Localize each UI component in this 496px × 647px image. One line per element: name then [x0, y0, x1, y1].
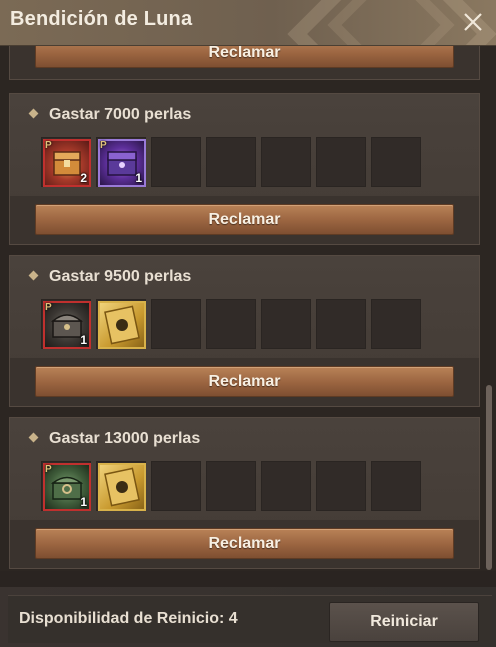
- reward-list[interactable]: Reclamar Gastar 7000 perlas P 2 P 1 Recl…: [0, 46, 496, 571]
- empty-slot: [151, 299, 201, 349]
- item-badge: P: [45, 464, 52, 475]
- window-title: Bendición de Luna: [10, 8, 193, 30]
- item-quantity: 2: [80, 171, 87, 185]
- reward-slots: P 2 P 1: [41, 137, 421, 187]
- close-icon[interactable]: [460, 9, 486, 35]
- item-quantity: 1: [135, 171, 142, 185]
- item-quantity: 1: [80, 333, 87, 347]
- reward-title: Gastar 7000 perlas: [28, 106, 191, 124]
- item-slot[interactable]: P 2: [41, 137, 91, 187]
- empty-slot: [371, 299, 421, 349]
- empty-slot: [206, 461, 256, 511]
- reset-button[interactable]: Reiniciar: [329, 602, 479, 642]
- claim-button[interactable]: Reclamar: [35, 204, 454, 235]
- empty-slot: [206, 299, 256, 349]
- footer-bar: Disponibilidad de Reinicio: 4 Reiniciar: [0, 587, 496, 647]
- diamond-bullet-icon: [28, 432, 39, 443]
- item-slot[interactable]: P 1: [41, 299, 91, 349]
- diamond-bullet-icon: [28, 108, 39, 119]
- reward-slots: P 1: [41, 299, 421, 349]
- scrollbar[interactable]: [486, 385, 492, 570]
- reward-slots: P 1: [41, 461, 421, 511]
- diamond-bullet-icon: [28, 270, 39, 281]
- reward-title: Gastar 9500 perlas: [28, 268, 191, 286]
- empty-slot: [261, 137, 311, 187]
- reset-availability-label: Disponibilidad de Reinicio: 4: [19, 610, 238, 627]
- reward-card: Gastar 13000 perlas P 1 Reclamar: [9, 417, 480, 569]
- empty-slot: [206, 137, 256, 187]
- item-badge: P: [45, 302, 52, 313]
- empty-slot: [261, 461, 311, 511]
- empty-slot: [316, 461, 366, 511]
- reward-card: Gastar 9500 perlas P 1 Reclamar: [9, 255, 480, 407]
- reward-card: Gastar 7000 perlas P 2 P 1 Reclamar: [9, 93, 480, 245]
- item-badge: P: [100, 140, 107, 151]
- item-slot[interactable]: [96, 299, 146, 349]
- item-slot[interactable]: P 1: [41, 461, 91, 511]
- empty-slot: [316, 137, 366, 187]
- claim-button[interactable]: Reclamar: [35, 46, 454, 68]
- claim-button[interactable]: Reclamar: [35, 528, 454, 559]
- empty-slot: [371, 461, 421, 511]
- empty-slot: [371, 137, 421, 187]
- item-quantity: 1: [80, 495, 87, 509]
- window-header: Bendición de Luna: [0, 0, 496, 46]
- item-slot[interactable]: P 1: [96, 137, 146, 187]
- empty-slot: [151, 461, 201, 511]
- empty-slot: [261, 299, 311, 349]
- claim-button[interactable]: Reclamar: [35, 366, 454, 397]
- reward-card-partial: Reclamar: [9, 46, 480, 80]
- gold-ticket-icon: [98, 301, 146, 349]
- reward-title: Gastar 13000 perlas: [28, 430, 200, 448]
- item-badge: P: [45, 140, 52, 151]
- gold-ticket-icon: [98, 463, 146, 511]
- empty-slot: [151, 137, 201, 187]
- empty-slot: [316, 299, 366, 349]
- item-slot[interactable]: [96, 461, 146, 511]
